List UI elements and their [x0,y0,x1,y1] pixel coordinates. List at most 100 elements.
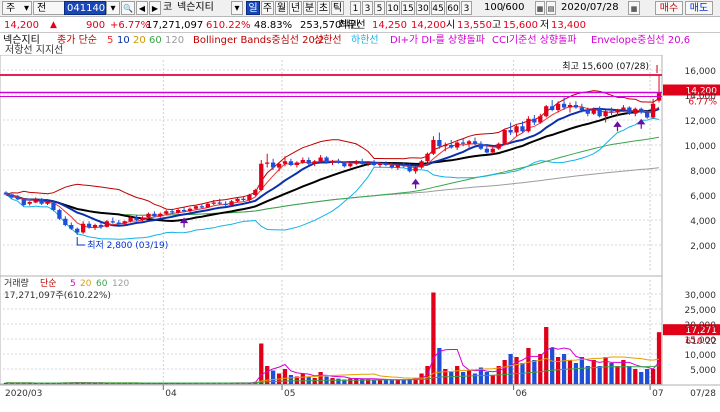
prev-stock-button[interactable]: ◀ [136,1,148,15]
volume-bar [472,373,478,384]
ma120-legend[interactable]: 120 [165,35,184,46]
date-field[interactable]: 2020/07/28 [561,1,627,15]
candle-body [443,145,448,147]
bollinger-legend[interactable]: Bollinger Bands중심선 20,2 [193,35,324,46]
tab-monthly[interactable]: 월 [275,1,288,15]
di-legend[interactable]: DI+가 DI-를 상향돌파 [390,35,485,46]
volume-bar [656,332,662,384]
search-icon[interactable]: 🔍 [121,1,135,15]
volume-bar [508,354,513,384]
volume-bar [336,378,341,384]
candle-body [3,192,9,195]
candle-body [205,203,210,208]
tab-yearly[interactable]: 년 [289,1,302,15]
interval-10[interactable]: 10 [386,1,400,15]
candle-body [241,198,246,200]
candle-body [460,142,466,144]
candle-body [276,163,282,168]
candle-body [627,107,632,114]
candle-body [223,203,228,205]
volume-bar [526,348,531,384]
candle-body [633,108,638,114]
price-tick-label: 4,000 [690,217,716,227]
volume-bar [449,372,454,384]
chevron-down-icon[interactable]: ▾ [231,1,243,15]
candle-body [395,165,400,168]
price-info-bar: 14,200 ▲ 900 +6.77% 17,271,097 610.22% 4… [0,17,720,33]
price-tick-label: 14,000 [685,92,717,102]
interval-15[interactable]: 15 [401,1,415,15]
volume-bar [639,372,644,384]
volume-bar [330,378,335,384]
interval-45[interactable]: 45 [431,1,445,15]
buy-button[interactable]: 매수 [655,1,683,15]
interval-custom[interactable]: 3 [461,1,472,15]
cci-legend[interactable]: CCI기준선 상향돌파 [492,35,577,46]
candle-body [496,143,501,149]
indicator-legend: 넥슨지티 종가 단순 5 10 20 60 120 Bollinger Band… [0,33,720,56]
chevron-down-icon[interactable]: ▾ [106,1,120,15]
volume-ratio: 610.22% [206,20,251,31]
volume-current-label: 17,271,097주(610.22%) [4,290,111,301]
type-label: 주 [6,3,16,14]
candle-body [532,118,537,123]
volume-bar [645,369,650,384]
volume-bar [288,375,294,384]
candle-body [401,165,406,167]
candle-body [354,161,359,164]
candle-body [615,110,620,113]
interval-30[interactable]: 30 [416,1,430,15]
candle-body [300,160,305,163]
candle-body [555,103,561,110]
bollinger-lower-legend[interactable]: 하한선 [351,35,379,46]
open-label: 시 [446,20,456,31]
price-tick-label: 16,000 [685,67,717,77]
interval-3[interactable]: 3 [362,1,373,15]
volume-bar [401,379,406,384]
stock-chart[interactable]: 14,2006.77%17,271610.22최고 15,600 (07/28)… [0,55,720,412]
ma20-legend[interactable]: 20 [133,35,146,46]
bollinger-upper-legend[interactable]: 상한선 [314,35,342,46]
volume-bar [579,357,584,384]
stock-name: 넥슨지티 [177,2,214,13]
tab-second[interactable]: 초 [317,1,330,15]
low-label: 저 [540,20,550,31]
volume-bar [389,380,395,384]
interval-60[interactable]: 60 [446,1,460,15]
volume-tick-label: 20,000 [685,321,717,331]
candle-body [371,162,377,165]
price-change: 900 [86,20,106,31]
volume-ma-label: 단순 [40,278,57,289]
type-select[interactable]: 주 ▾ [2,1,32,15]
volume-bar [633,369,638,384]
candle-body [116,222,121,224]
tab-weekly[interactable]: 주 [261,1,274,15]
candle-body [33,198,38,203]
market-select[interactable]: 전 [33,1,65,15]
calendar-icon[interactable]: ▤ [546,1,556,15]
tab-tick[interactable]: 틱 [331,1,344,15]
ma5-legend[interactable]: 5 [107,35,113,46]
sell-button[interactable]: 매도 [685,1,713,15]
volume-bar [585,366,590,384]
ma10-legend[interactable]: 10 [117,35,130,46]
candle-body [484,148,489,153]
volume-legend-title: 거래량 [4,277,29,289]
ma60-legend[interactable]: 60 [149,35,162,46]
volume-bar [597,366,602,384]
calendar-icon[interactable]: ▦ [628,1,640,15]
tab-daily[interactable]: 일 [246,1,260,15]
envelope-legend[interactable]: Envelope중심선 20,6 [591,35,690,46]
tab-minute[interactable]: 분 [303,1,316,15]
grid-icon[interactable]: ▦ [535,1,545,15]
volume-bar [621,360,626,384]
candle-body [324,157,329,163]
interval-1[interactable]: 1 [350,1,361,15]
candle-body [567,105,573,108]
next-stock-button[interactable]: ▶ [149,1,161,15]
interval-5[interactable]: 5 [374,1,385,15]
volume-bar [259,343,264,384]
stock-code-input[interactable]: 041140 [64,1,106,15]
candle-body [609,111,614,113]
count-input[interactable]: 100 [484,1,503,15]
